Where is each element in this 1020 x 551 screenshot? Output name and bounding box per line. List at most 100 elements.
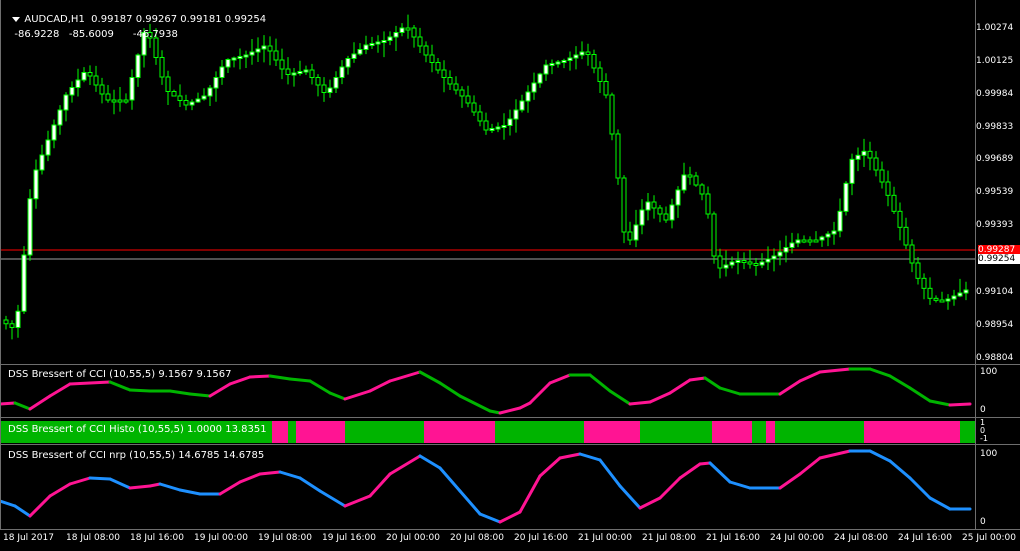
dss-segment bbox=[628, 400, 652, 406]
candle-body bbox=[621, 177, 627, 233]
dss-segment bbox=[88, 380, 112, 385]
candle-body bbox=[957, 292, 963, 297]
candle-body bbox=[537, 73, 543, 84]
candle-body bbox=[171, 91, 177, 97]
candle-body bbox=[63, 94, 69, 111]
candle-body bbox=[633, 224, 639, 241]
histo-bar-down bbox=[424, 421, 495, 443]
dss-segment bbox=[498, 406, 522, 415]
candle-body bbox=[165, 76, 171, 92]
candle-body bbox=[411, 27, 417, 38]
candle-body bbox=[543, 64, 549, 75]
candle-body bbox=[825, 233, 831, 238]
dss-segment bbox=[518, 401, 532, 410]
sub-values: -86.9228 -85.6009 -46.7938 bbox=[8, 18, 178, 40]
histo-bar-up bbox=[775, 421, 864, 443]
dss-segment bbox=[28, 394, 52, 411]
candle-body bbox=[453, 83, 459, 91]
candle-body bbox=[945, 298, 951, 302]
dss-segment bbox=[458, 394, 492, 413]
candle-body bbox=[237, 56, 243, 59]
candle-body bbox=[639, 209, 645, 226]
candle-body bbox=[759, 261, 765, 266]
nrp-segment bbox=[498, 510, 522, 524]
nrp-segment bbox=[128, 484, 152, 490]
candle-body bbox=[9, 323, 15, 328]
candle-body bbox=[819, 236, 825, 241]
candle-body bbox=[687, 174, 693, 178]
nrp-segment bbox=[708, 461, 732, 484]
candle-body bbox=[921, 277, 927, 289]
left-border bbox=[0, 0, 1, 529]
candle-body bbox=[327, 87, 333, 93]
nrp-segment bbox=[13, 504, 32, 518]
histo-bar-down bbox=[296, 421, 345, 443]
price-chart-pane[interactable] bbox=[0, 0, 975, 364]
candle-body bbox=[513, 109, 519, 120]
candle-body bbox=[519, 100, 525, 111]
candle-body bbox=[855, 154, 861, 160]
nrp-segment bbox=[28, 494, 52, 518]
candle-body bbox=[813, 239, 819, 243]
dss-segment bbox=[228, 375, 252, 386]
nrp-segment bbox=[178, 488, 202, 496]
nrp-segment bbox=[318, 489, 347, 508]
candle-body bbox=[189, 101, 195, 106]
candle-body bbox=[219, 66, 225, 78]
dss-segment bbox=[888, 374, 912, 390]
candle-body bbox=[459, 89, 465, 97]
candle-body bbox=[435, 62, 441, 71]
candle-body bbox=[393, 32, 399, 38]
candle-body bbox=[495, 126, 501, 130]
dss-segment bbox=[288, 377, 312, 383]
nrp-level-0: 0 bbox=[980, 517, 986, 527]
candle-body bbox=[615, 133, 621, 179]
candle-body bbox=[531, 82, 537, 93]
dss-segment bbox=[208, 382, 232, 398]
candle-body bbox=[897, 210, 903, 228]
candle-body bbox=[321, 84, 327, 93]
nrp-segment bbox=[218, 480, 242, 496]
dss-segment bbox=[328, 391, 347, 401]
nrp-segment bbox=[88, 476, 112, 481]
candle-body bbox=[273, 50, 279, 61]
candle-body bbox=[111, 99, 117, 103]
candle-body bbox=[807, 239, 813, 243]
histo-bar-up bbox=[495, 421, 584, 443]
candle-body bbox=[597, 67, 603, 82]
candle-body bbox=[555, 61, 561, 65]
candle-body bbox=[861, 150, 867, 156]
candle-body bbox=[123, 99, 129, 103]
candle-body bbox=[699, 184, 705, 195]
nrp-segment bbox=[238, 472, 262, 484]
candle-body bbox=[801, 239, 807, 243]
histo-bar-up bbox=[640, 421, 712, 443]
candle-body bbox=[579, 51, 585, 56]
candle-body bbox=[381, 40, 387, 43]
candle-body bbox=[723, 264, 729, 269]
time-tick: 24 Jul 00:00 bbox=[770, 533, 824, 543]
candle-body bbox=[159, 57, 165, 78]
nrp-segment bbox=[0, 499, 17, 508]
candle-body bbox=[693, 175, 699, 186]
candle-body bbox=[33, 169, 39, 200]
candle-body bbox=[363, 44, 369, 50]
candle-body bbox=[441, 69, 447, 78]
candle-body bbox=[333, 77, 339, 89]
nrp-segment bbox=[148, 482, 162, 488]
candle-body bbox=[261, 45, 267, 50]
candle-body bbox=[681, 174, 687, 191]
nrp-segment bbox=[158, 482, 182, 492]
candle-body bbox=[873, 157, 879, 171]
dss-level-100: 100 bbox=[980, 367, 998, 377]
candle-body bbox=[885, 181, 891, 196]
candle-body bbox=[657, 207, 663, 215]
time-tick: 20 Jul 16:00 bbox=[514, 533, 568, 543]
candle-body bbox=[747, 261, 753, 265]
time-tick: 24 Jul 08:00 bbox=[834, 533, 888, 543]
separator bbox=[0, 444, 1020, 445]
candle-body bbox=[177, 95, 183, 101]
candle-body bbox=[357, 49, 363, 55]
candle-body bbox=[735, 260, 741, 263]
nrp-segment bbox=[48, 482, 72, 498]
